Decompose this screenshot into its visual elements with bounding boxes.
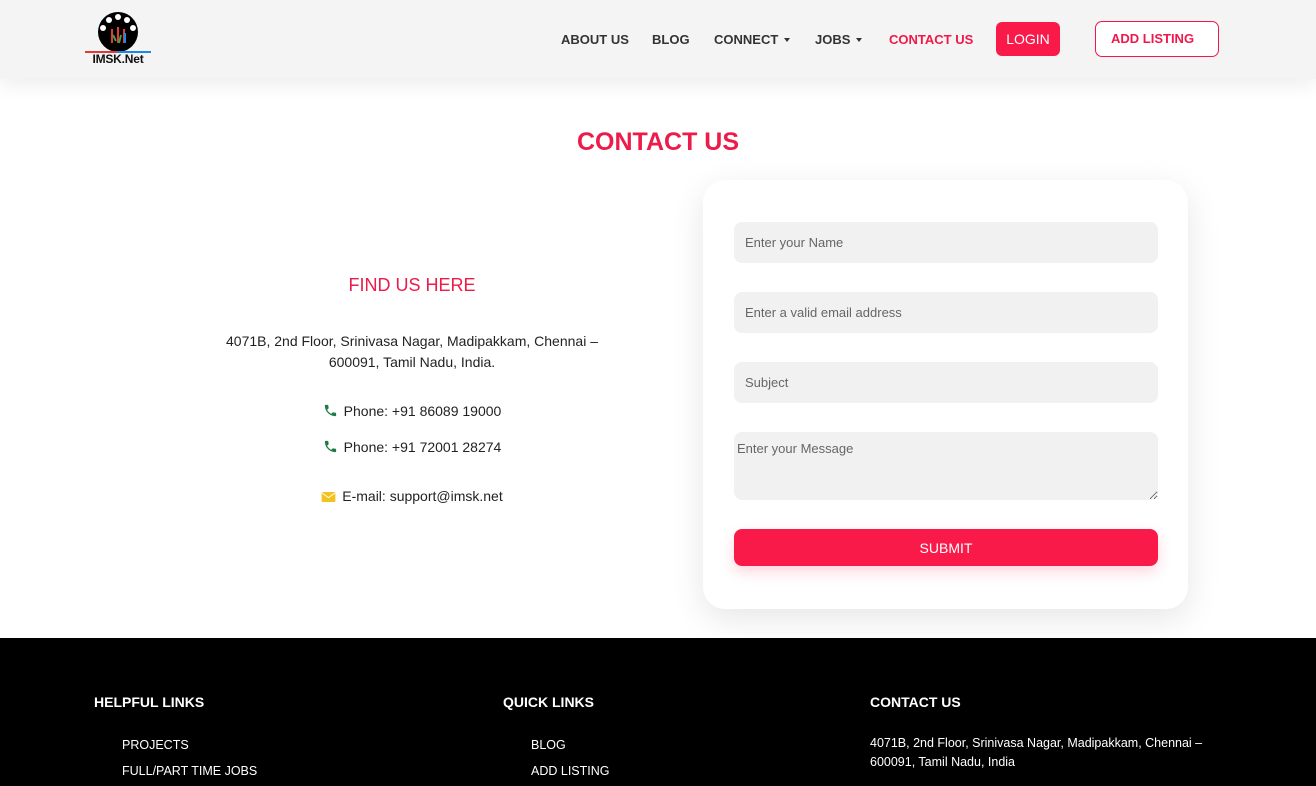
mail-icon	[321, 492, 336, 502]
add-listing-button[interactable]: ADD LISTING	[1095, 21, 1219, 57]
nav-contact-us[interactable]: CONTACT US	[889, 32, 973, 47]
footer-link-jobs[interactable]: FULL/PART TIME JOBS	[122, 764, 257, 778]
chevron-down-icon	[784, 38, 791, 42]
nav-jobs[interactable]: JOBS	[815, 32, 863, 47]
nav-blog[interactable]: BLOG	[652, 32, 690, 47]
nav-label: ABOUT US	[561, 32, 629, 47]
nav-label: CONNECT	[714, 32, 779, 47]
footer-address: 4071B, 2nd Floor, Srinivasa Nagar, Madip…	[870, 736, 1203, 769]
email-line: E-mail: support@imsk.net	[212, 488, 612, 504]
nav-label: JOBS	[815, 32, 851, 47]
phone-number-1: Phone: +91 86089 19000	[343, 403, 502, 419]
find-us-heading: FIND US HERE	[348, 275, 476, 295]
main-nav: ABOUT US BLOG CONNECT JOBS CONTACT US LO…	[0, 0, 1316, 79]
submit-button[interactable]: SUBMIT	[734, 529, 1158, 566]
site-footer: HELPFUL LINKS PROJECTS FULL/PART TIME JO…	[0, 638, 1316, 786]
phone-icon	[324, 440, 336, 453]
footer-link-projects[interactable]: PROJECTS	[122, 738, 189, 752]
helpful-links-heading: HELPFUL LINKS	[94, 694, 205, 710]
page-title: CONTACT US	[576, 128, 740, 156]
phone-line-1: Phone: +91 86089 19000	[212, 403, 612, 419]
nav-about-us[interactable]: ABOUT US	[561, 32, 629, 47]
contact-form: SUBMIT	[703, 180, 1188, 609]
footer-link-blog[interactable]: BLOG	[531, 738, 566, 752]
phone-icon	[324, 404, 336, 417]
footer-link-add-listing[interactable]: ADD LISTING	[531, 764, 610, 778]
subject-input[interactable]	[734, 362, 1158, 403]
nav-connect[interactable]: CONNECT	[714, 32, 791, 47]
nav-label: CONTACT US	[889, 32, 974, 47]
email-address: E-mail: support@imsk.net	[342, 488, 503, 504]
site-header: IMSK.Net ABOUT US BLOG CONNECT JOBS CONT…	[0, 0, 1316, 79]
message-textarea[interactable]	[734, 432, 1158, 500]
nav-label: BLOG	[652, 32, 690, 47]
chevron-down-icon	[856, 38, 863, 42]
footer-contact-heading: CONTACT US	[870, 694, 961, 710]
office-address: 4071B, 2nd Floor, Srinivasa Nagar, Madip…	[226, 333, 598, 370]
quick-links-heading: QUICK LINKS	[503, 694, 594, 710]
phone-line-2: Phone: +91 72001 28274	[212, 439, 612, 455]
phone-number-2: Phone: +91 72001 28274	[343, 439, 502, 455]
name-input[interactable]	[734, 222, 1158, 263]
login-button[interactable]: LOGIN	[996, 22, 1060, 56]
email-input[interactable]	[734, 292, 1158, 333]
